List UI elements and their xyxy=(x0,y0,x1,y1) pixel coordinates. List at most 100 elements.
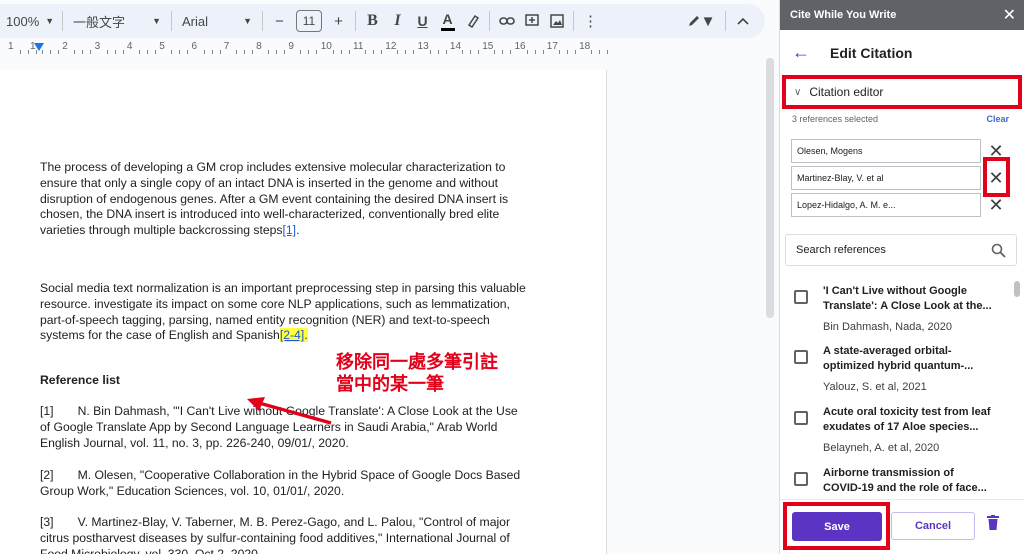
toolbar-divider xyxy=(62,11,63,31)
pen-icon xyxy=(688,16,699,26)
pen-icon xyxy=(467,14,479,28)
ruler-tick-mark xyxy=(461,50,463,54)
text-color-button[interactable]: A xyxy=(435,8,460,34)
paragraph-style-select[interactable]: 一般文字 ▼ xyxy=(67,8,167,34)
annotation-line-2: 當中的某一筆 xyxy=(336,374,444,395)
insert-comment-icon[interactable] xyxy=(519,8,544,34)
toolbar-divider xyxy=(725,11,726,31)
ruler-tick-mark xyxy=(122,50,124,54)
ruler-tick-mark xyxy=(316,50,318,54)
annotation-arrow-icon xyxy=(247,397,332,425)
reference-meta: Belayneh, A. et al, 2020 xyxy=(823,442,940,454)
document-page[interactable]: The process of developing a GM crop incl… xyxy=(0,70,607,554)
ruler-tick-mark xyxy=(211,50,213,54)
cancel-button[interactable]: Cancel xyxy=(891,512,975,540)
ruler-tick-mark xyxy=(308,50,310,54)
reference-text: M. Olesen, "Cooperative Collaboration in… xyxy=(40,468,521,498)
ruler-tick-mark xyxy=(477,50,479,54)
reference-meta: Yalouz, S. et al, 2021 xyxy=(823,381,927,393)
more-options-icon[interactable]: ⋮ xyxy=(578,8,603,34)
bold-button[interactable]: B xyxy=(360,8,385,34)
ruler-tick-mark xyxy=(373,50,374,54)
reference-checkbox[interactable] xyxy=(794,290,808,304)
ruler[interactable]: 1 1 2 3 4 5 6 7 8 9 10 11 12 13 14 15 16 17 18 xyxy=(0,40,765,56)
ruler-tick-mark xyxy=(146,50,148,54)
font-size-input[interactable]: 11 xyxy=(296,10,322,32)
reference-number: [2] xyxy=(40,468,54,482)
reference-checkbox[interactable] xyxy=(794,472,808,486)
style-value: 一般文字 xyxy=(73,14,126,30)
ruler-tick-mark xyxy=(365,50,366,54)
reference-number: [3] xyxy=(40,515,54,529)
chevron-down-icon: ∨ xyxy=(794,86,802,98)
italic-button[interactable]: I xyxy=(385,8,410,34)
ruler-tick-mark xyxy=(340,50,342,54)
comment-icon xyxy=(524,14,539,26)
paragraph-2: Social media text normalization is an im… xyxy=(40,281,530,344)
ruler-tick-mark xyxy=(90,50,92,54)
increase-font-size-button[interactable]: + xyxy=(326,8,351,34)
selected-reference: Lopez-Hidalgo, A. M. e... xyxy=(791,193,981,217)
insert-image-icon[interactable] xyxy=(544,8,569,34)
ruler-tick-label: 6 xyxy=(191,41,198,52)
highlight-pen-icon[interactable] xyxy=(460,8,485,34)
search-placeholder: Search references xyxy=(796,244,886,256)
ruler-tick-mark xyxy=(429,50,431,54)
results-scrollbar[interactable] xyxy=(1014,281,1020,297)
ruler-tick-label: 11 xyxy=(353,41,364,52)
ruler-tick-mark xyxy=(276,50,278,54)
ruler-tick-label: 10 xyxy=(320,41,332,52)
decrease-font-size-button[interactable]: − xyxy=(267,8,292,34)
ruler-tick-mark xyxy=(179,50,181,54)
reference-text: V. Martinez-Blay, V. Taberner, M. B. Per… xyxy=(40,515,511,554)
insert-link-icon[interactable] xyxy=(494,8,519,34)
clear-button[interactable]: Clear xyxy=(986,114,1009,124)
reference-meta: Bin Dahmash, Nada, 2020 xyxy=(823,321,953,333)
underline-button[interactable]: U xyxy=(410,8,435,34)
edit-citation-header: ← Edit Citation xyxy=(792,42,912,63)
citation-2-4-highlighted[interactable]: [2-4] xyxy=(279,328,305,343)
ruler-tick-label: 4 xyxy=(126,41,133,52)
ruler-tick-mark xyxy=(566,50,568,54)
chevron-down-icon: ▼ xyxy=(700,12,716,30)
citation-editor-label: Citation editor xyxy=(809,85,884,99)
ruler-tick-mark xyxy=(106,50,108,54)
close-icon[interactable]: ✕ xyxy=(1003,5,1016,25)
selected-reference: Martinez-Blay, V. et al xyxy=(791,166,981,190)
save-button[interactable]: Save xyxy=(792,512,882,541)
ruler-tick-mark xyxy=(469,50,471,54)
ruler-tick-mark xyxy=(332,50,334,54)
ruler-tick-mark xyxy=(599,50,601,54)
ruler-tick-mark xyxy=(20,50,21,54)
ruler-tick-label: 15 xyxy=(482,41,494,52)
editing-mode-pen-icon[interactable]: ▼ xyxy=(681,8,721,34)
ruler-tick-mark xyxy=(405,50,407,54)
reference-checkbox[interactable] xyxy=(794,350,808,364)
selection-summary: 3 references selected Clear xyxy=(792,114,1009,124)
search-references-input[interactable]: Search references xyxy=(785,234,1017,266)
ruler-tick-label: 1 xyxy=(8,41,14,52)
font-select[interactable]: Arial ▼ xyxy=(176,8,258,34)
back-arrow-icon[interactable]: ← xyxy=(792,42,810,63)
remove-reference-icon[interactable]: ✕ xyxy=(988,196,1004,214)
ruler-tick-mark xyxy=(300,50,302,54)
search-icon[interactable] xyxy=(991,243,1006,258)
annotation-text: 移除同一處多筆引註 當中的某一筆 xyxy=(336,352,498,396)
ruler-tick-mark xyxy=(171,50,173,54)
ruler-tick-mark xyxy=(154,50,156,54)
zoom-select[interactable]: 100% ▼ xyxy=(0,8,58,34)
ruler-tick-mark xyxy=(203,50,205,54)
chevron-down-icon: ▼ xyxy=(45,16,55,26)
citation-editor-toggle[interactable]: ∨ Citation editor xyxy=(782,75,1022,109)
text-color-letter: A xyxy=(442,11,453,27)
ruler-tick-mark xyxy=(268,50,270,54)
selected-reference: Olesen, Mogens xyxy=(791,139,981,163)
ruler-tick-mark xyxy=(28,50,29,54)
paragraph-1-end: . xyxy=(296,223,300,238)
ruler-tick-label: 9 xyxy=(288,41,294,52)
trash-icon[interactable] xyxy=(987,515,999,530)
collapse-toolbar-icon[interactable] xyxy=(730,8,755,34)
reference-checkbox[interactable] xyxy=(794,411,808,425)
citation-1[interactable]: [1] xyxy=(283,223,297,237)
document-scrollbar[interactable] xyxy=(766,58,774,318)
